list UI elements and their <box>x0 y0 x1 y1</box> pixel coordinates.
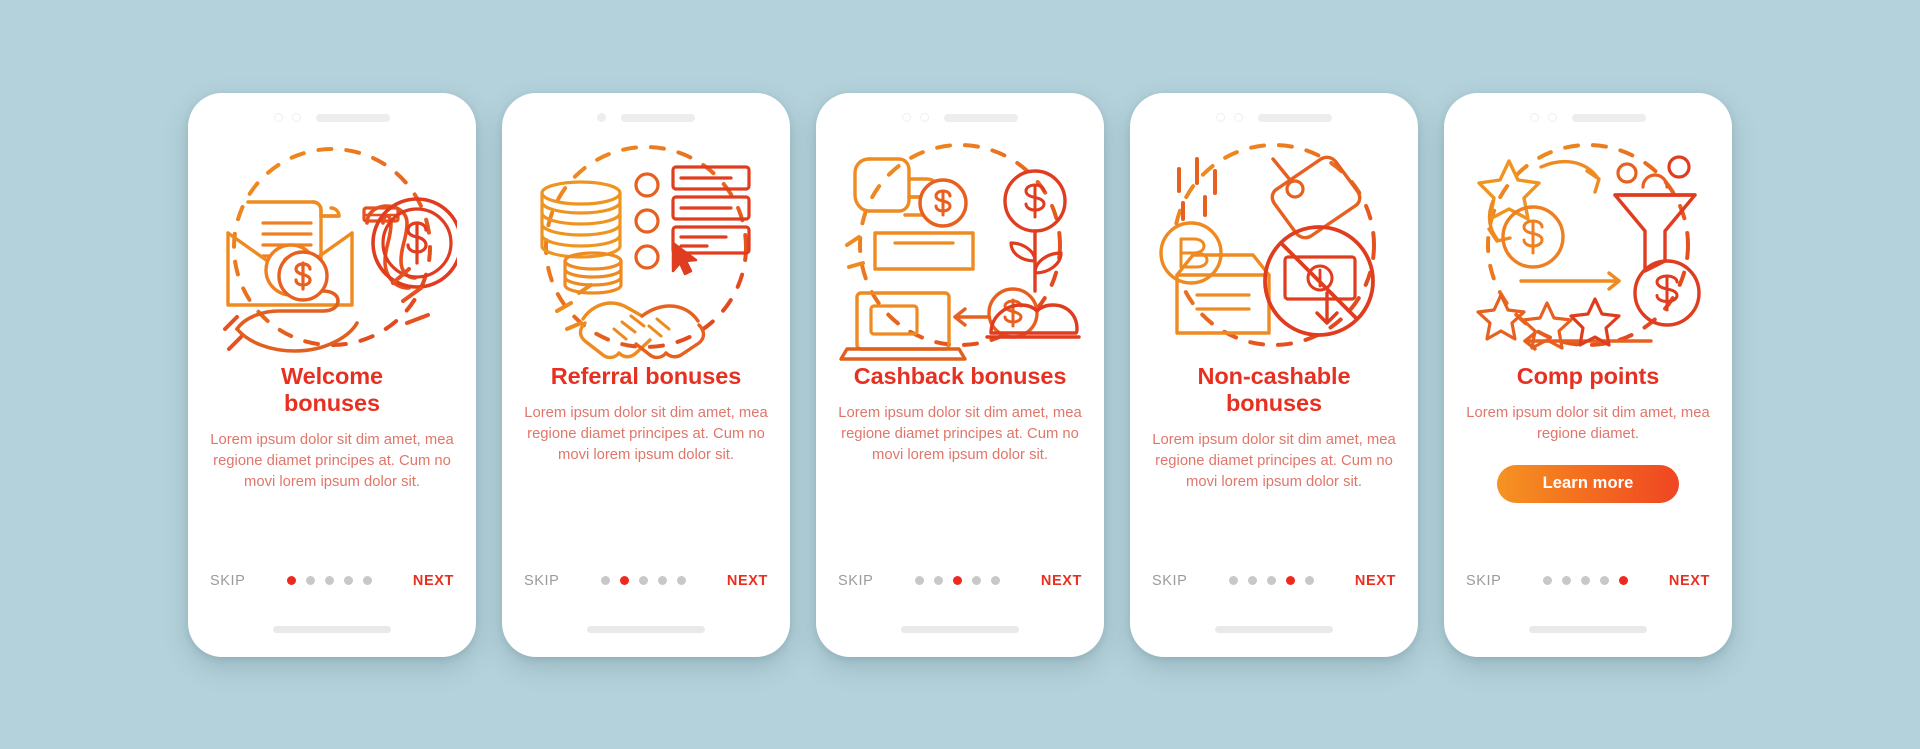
sensor-icon <box>292 113 301 122</box>
phone-screen-cashback-bonuses: Cashback bonuses Lorem ipsum dolor sit d… <box>816 92 1104 657</box>
pagination-dots <box>914 576 1000 585</box>
speaker-grille <box>621 113 695 122</box>
page-title: Comp points <box>1516 362 1660 389</box>
page-description: Lorem ipsum dolor sit dim amet, mea regi… <box>524 404 768 463</box>
camera-icon <box>597 113 606 122</box>
pagination-dots <box>1542 576 1628 585</box>
skip-button[interactable]: SKIP <box>1152 573 1187 589</box>
phone-screen-welcome-bonuses: Welcome bonuses Lorem ipsum dolor sit di… <box>188 92 476 657</box>
pagination-dot[interactable] <box>1285 576 1295 585</box>
phone-status-bar <box>188 93 476 131</box>
speaker-grille <box>316 113 390 122</box>
sensor-icon <box>1234 113 1243 122</box>
page-title: Non-cashable bonuses <box>1197 362 1351 416</box>
camera-icon <box>902 113 911 122</box>
sensor-icon <box>1548 113 1557 122</box>
page-title: Referral bonuses <box>550 362 742 389</box>
screen-text-block: Non-cashable bonuses Lorem ipsum dolor s… <box>1152 363 1396 494</box>
illustration-coins-checklist-handshake <box>521 133 771 361</box>
screen-text-block: Cashback bonuses Lorem ipsum dolor sit d… <box>838 363 1082 466</box>
onboarding-nav: SKIP NEXT <box>1444 573 1732 589</box>
pagination-dot[interactable] <box>1228 576 1238 585</box>
illustration-hand-coin-slot-laptop-plant <box>835 133 1085 361</box>
camera-icon <box>1216 113 1225 122</box>
phone-screen-comp-points: Comp points Lorem ipsum dolor sit dim am… <box>1444 92 1732 657</box>
page-description: Lorem ipsum dolor sit dim amet, mea regi… <box>838 404 1082 463</box>
onboarding-screens-row: Welcome bonuses Lorem ipsum dolor sit di… <box>0 0 1920 749</box>
next-button[interactable]: NEXT <box>1355 573 1396 589</box>
pagination-dot[interactable] <box>638 576 648 585</box>
pagination-dot[interactable] <box>1542 576 1552 585</box>
pagination-dot[interactable] <box>286 576 296 585</box>
pagination-dot[interactable] <box>1580 576 1590 585</box>
skip-button[interactable]: SKIP <box>210 573 245 589</box>
pagination-dot[interactable] <box>933 576 943 585</box>
pagination-dot[interactable] <box>914 576 924 585</box>
pagination-dot[interactable] <box>324 576 334 585</box>
home-indicator <box>1215 625 1333 633</box>
phone-status-bar <box>1444 93 1732 131</box>
camera-icon <box>1530 113 1539 122</box>
next-button[interactable]: NEXT <box>1041 573 1082 589</box>
pagination-dot[interactable] <box>1618 576 1628 585</box>
next-button[interactable]: NEXT <box>1669 573 1710 589</box>
pagination-dot[interactable] <box>1561 576 1571 585</box>
speaker-grille <box>1572 113 1646 122</box>
onboarding-nav: SKIP NEXT <box>502 573 790 589</box>
onboarding-nav: SKIP NEXT <box>1130 573 1418 589</box>
screen-text-block: Welcome bonuses Lorem ipsum dolor sit di… <box>210 363 454 494</box>
pagination-dot[interactable] <box>600 576 610 585</box>
phone-status-bar <box>816 93 1104 131</box>
pagination-dot[interactable] <box>619 576 629 585</box>
speaker-grille <box>944 113 1018 122</box>
onboarding-nav: SKIP NEXT <box>188 573 476 589</box>
phone-screen-non-cashable-bonuses: Non-cashable bonuses Lorem ipsum dolor s… <box>1130 92 1418 657</box>
page-description: Lorem ipsum dolor sit dim amet, mea regi… <box>210 432 454 491</box>
learn-more-button[interactable]: Learn more <box>1497 464 1679 503</box>
pagination-dots <box>286 576 372 585</box>
phone-status-bar <box>1130 93 1418 131</box>
pagination-dots <box>1228 576 1314 585</box>
pagination-dot[interactable] <box>343 576 353 585</box>
illustration-stars-coin-funnel-arrows <box>1463 133 1713 361</box>
camera-icon <box>274 113 283 122</box>
onboarding-nav: SKIP NEXT <box>816 573 1104 589</box>
pagination-dot[interactable] <box>657 576 667 585</box>
pagination-dot[interactable] <box>990 576 1000 585</box>
page-title: Welcome bonuses <box>280 362 384 416</box>
home-indicator <box>587 625 705 633</box>
pagination-dot[interactable] <box>305 576 315 585</box>
sensor-icon <box>920 113 929 122</box>
phone-screen-referral-bonuses: Referral bonuses Lorem ipsum dolor sit d… <box>502 92 790 657</box>
pagination-dot[interactable] <box>971 576 981 585</box>
page-title: Cashback bonuses <box>853 362 1067 389</box>
screen-text-block: Comp points Lorem ipsum dolor sit dim am… <box>1466 363 1710 503</box>
home-indicator <box>1529 625 1647 633</box>
pagination-dot[interactable] <box>952 576 962 585</box>
pagination-dot[interactable] <box>1304 576 1314 585</box>
pagination-dot[interactable] <box>1266 576 1276 585</box>
home-indicator <box>901 625 1019 633</box>
pagination-dots <box>600 576 686 585</box>
illustration-envelope-letter-coin-horseshoe-hand <box>207 133 457 361</box>
next-button[interactable]: NEXT <box>413 573 454 589</box>
screen-text-block: Referral bonuses Lorem ipsum dolor sit d… <box>524 363 768 466</box>
page-description: Lorem ipsum dolor sit dim amet, mea regi… <box>1466 404 1710 442</box>
pagination-dot[interactable] <box>1599 576 1609 585</box>
page-description: Lorem ipsum dolor sit dim amet, mea regi… <box>1152 432 1396 491</box>
pagination-dot[interactable] <box>1247 576 1257 585</box>
next-button[interactable]: NEXT <box>727 573 768 589</box>
pagination-dot[interactable] <box>676 576 686 585</box>
skip-button[interactable]: SKIP <box>1466 573 1501 589</box>
phone-status-bar <box>502 93 790 131</box>
pagination-dot[interactable] <box>362 576 372 585</box>
home-indicator <box>273 625 391 633</box>
speaker-grille <box>1258 113 1332 122</box>
skip-button[interactable]: SKIP <box>524 573 559 589</box>
illustration-bonus-box-tag-no-cash <box>1149 133 1399 361</box>
skip-button[interactable]: SKIP <box>838 573 873 589</box>
